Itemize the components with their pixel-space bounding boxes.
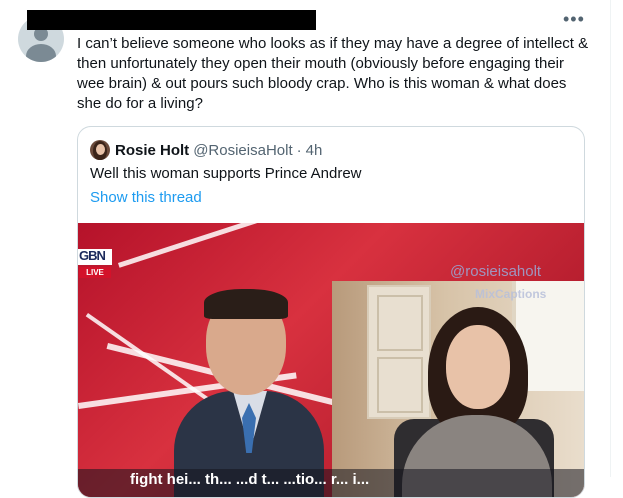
mixcaptions-watermark: MixCaptions (475, 287, 547, 301)
video-watermark: @rosieisaholt (450, 263, 542, 280)
tweet-text: I can’t believe someone who looks as if … (77, 35, 589, 112)
quoted-tweet-text: Well this woman supports Prince Andrew (90, 165, 362, 182)
quoted-tweet-header: Rosie Holt @RosieisaHolt · 4h (90, 140, 322, 160)
channel-logo-text: GBN (79, 248, 106, 263)
video-caption: fight hei... th... ...d t... ...tio... r… (130, 471, 370, 488)
separator-dot: · (296, 141, 302, 159)
quoted-author-name[interactable]: Rosie Holt (115, 142, 189, 159)
live-badge: LIVE (79, 267, 111, 278)
more-options-icon[interactable]: ••• (563, 9, 585, 30)
guest-video-panel (332, 281, 584, 497)
quoted-author-handle[interactable]: @RosieisaHolt (193, 142, 292, 159)
show-thread-link[interactable]: Show this thread (90, 189, 202, 206)
quoted-video[interactable]: GBN LIVE @rosieisaholt MixCaptions fight… (78, 223, 584, 497)
quoted-tweet[interactable]: Rosie Holt @RosieisaHolt · 4h Well this … (77, 126, 585, 498)
quoted-author-avatar[interactable] (90, 140, 110, 160)
timeline-border (610, 0, 611, 477)
redacted-author-name (27, 10, 316, 30)
quoted-tweet-time[interactable]: 4h (306, 142, 323, 159)
